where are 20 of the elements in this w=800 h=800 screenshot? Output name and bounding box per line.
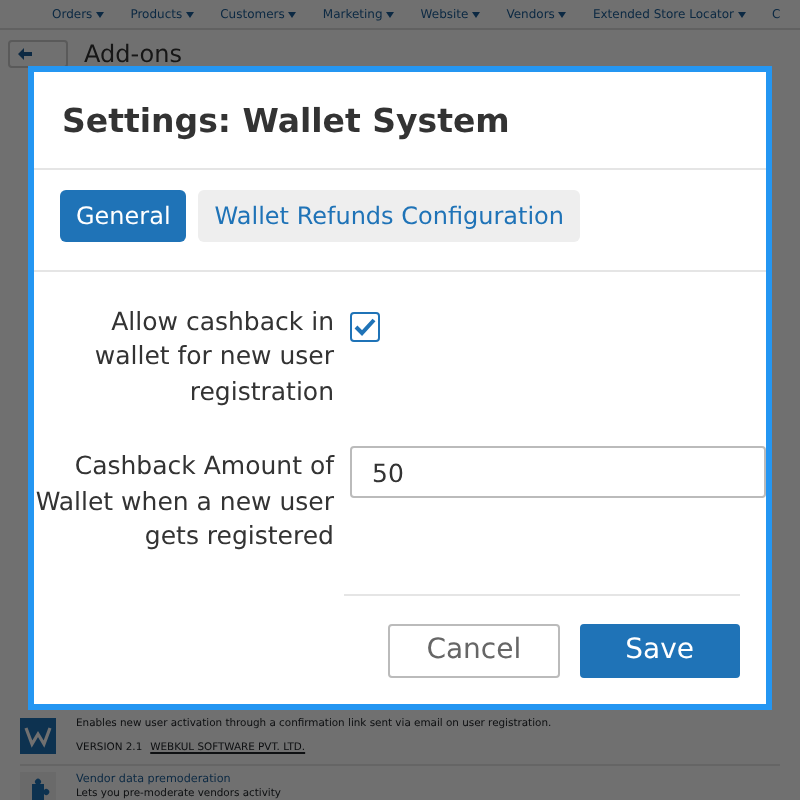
field-label: Cashback Amount of Wallet when a new user gets registered: [34, 448, 334, 554]
addon-logo-icon: [20, 718, 56, 755]
caret-icon: [288, 11, 297, 17]
caret-icon: [186, 11, 195, 17]
checkbox[interactable]: [350, 311, 380, 342]
caret-icon: [737, 11, 746, 17]
page-title: Add-ons: [84, 38, 182, 72]
puzzle-icon: [20, 772, 56, 800]
caret-icon: [386, 11, 395, 17]
cancel-button[interactable]: Cancel: [388, 623, 560, 678]
dialog-title: Settings: Wallet System: [62, 102, 512, 142]
field-label: Allow cashback in wallet for new user registration: [92, 303, 334, 409]
caret-icon: [472, 11, 481, 17]
caret-icon: [558, 11, 567, 17]
tab[interactable]: General: [60, 189, 187, 242]
caret-icon: [96, 11, 105, 17]
amount-input-field[interactable]: 50: [350, 446, 766, 499]
tab[interactable]: Wallet Refunds Configuration: [198, 189, 580, 242]
back-arrow-icon: [18, 48, 32, 60]
save-button[interactable]: Save: [579, 623, 740, 678]
